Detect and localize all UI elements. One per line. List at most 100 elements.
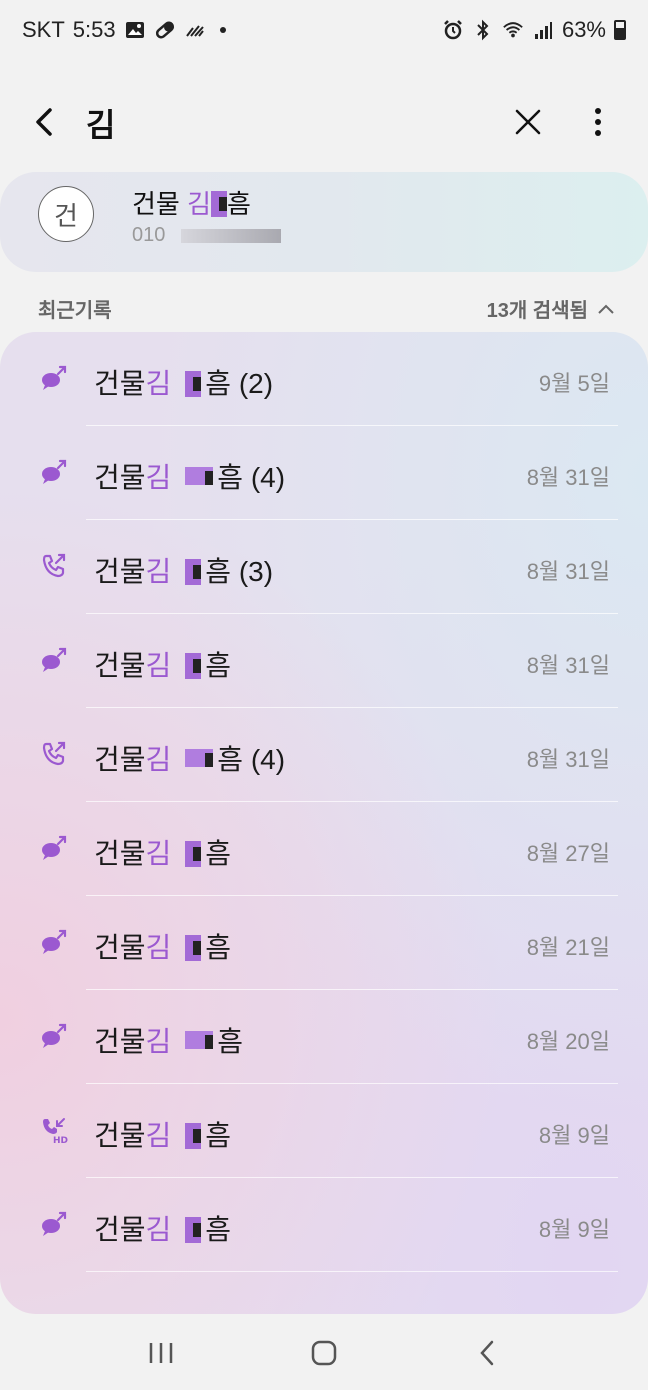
call-log-name-suffix: 흠 [205, 932, 232, 963]
contact-name-suffix: 흠 [227, 189, 251, 219]
call-log-name-prefix: 건물 [94, 556, 146, 587]
redacted-block [193, 941, 202, 955]
contact-name-prefix: 건물 [132, 189, 180, 219]
call-log-name-highlight: 김 [145, 1120, 172, 1151]
alarm-icon [442, 19, 464, 41]
call-log-name: 건물김 흠 (4) [94, 738, 285, 778]
avatar: 건 [38, 186, 94, 242]
call-log-row[interactable]: 건물김 흠 (4) 8월 31일 [0, 708, 648, 802]
call-log-name-suffix: 흠 [205, 1214, 232, 1245]
chevron-left-icon [36, 108, 52, 136]
contact-result-card[interactable]: 건 건물 김흠 010 [0, 172, 648, 272]
call-log-name: 건물김 흠 [94, 926, 231, 966]
close-icon [515, 109, 541, 135]
recent-history-label: 최근기록 [38, 300, 112, 322]
call-in-hd-icon: HD [40, 1116, 68, 1146]
home-icon [311, 1340, 337, 1366]
call-log-name: 건물김 흠 [94, 1020, 243, 1060]
call-log-name-prefix: 건물 [94, 368, 146, 399]
call-log-name: 건물김 흠 (2) [94, 362, 273, 402]
call-log-row[interactable]: 건물김 흠 8월 27일 [0, 802, 648, 896]
message-out-icon [40, 928, 68, 956]
message-out-icon [40, 646, 68, 674]
call-log-name-suffix: 흠 (3) [205, 556, 274, 587]
call-log-date: 8월 9일 [538, 1217, 610, 1242]
call-log-row[interactable]: 건물김 흠 8월 20일 [0, 990, 648, 1084]
pill-icon [154, 19, 176, 41]
system-back-button[interactable] [463, 1329, 511, 1377]
redacted-number [180, 228, 281, 243]
back-icon [479, 1340, 493, 1366]
call-log-name: 건물김 흠 (4) [94, 456, 285, 496]
call-out-icon [40, 552, 68, 580]
call-log-name-suffix: 흠 (4) [217, 744, 286, 775]
status-right: 63% [442, 17, 626, 43]
redacted-block [193, 565, 202, 579]
call-log-date: 8월 31일 [526, 465, 610, 490]
call-log-row[interactable]: 건물김 흠 8월 21일 [0, 896, 648, 990]
call-log-name-prefix: 건물 [94, 650, 146, 681]
call-log-name-suffix: 흠 (4) [217, 462, 286, 493]
more-options-button[interactable] [578, 102, 618, 142]
call-log-name-highlight: 김 [145, 838, 172, 869]
call-log-row[interactable]: HD 건물김 흠 8월 9일 [0, 1084, 648, 1178]
contact-number-prefix: 010 [132, 224, 166, 246]
result-count-toggle[interactable]: 13개 검색됨 [487, 294, 616, 323]
call-log-name-highlight: 김 [145, 744, 172, 775]
call-log-name-suffix: 흠 [217, 1026, 244, 1057]
call-log-name-prefix: 건물 [94, 1026, 146, 1057]
contact-name: 건물 김흠 [132, 184, 251, 221]
redacted-block [193, 659, 202, 673]
call-log-date: 8월 31일 [526, 747, 610, 772]
call-log-row[interactable]: 건물김 흠 (2) 9월 5일 [0, 332, 648, 426]
call-log-name: 건물김 흠 [94, 1114, 231, 1154]
redacted-block [205, 1035, 214, 1049]
call-log-date: 8월 31일 [526, 653, 610, 678]
call-log-name-prefix: 건물 [94, 1214, 146, 1245]
call-log-name-suffix: 흠 [205, 650, 232, 681]
call-log-name-suffix: 흠 [205, 838, 232, 869]
call-log-name-prefix: 건물 [94, 1120, 146, 1151]
redacted-block [193, 1129, 202, 1143]
clock: 5:53 [72, 17, 116, 42]
call-log-name: 건물김 흠 [94, 832, 231, 872]
message-out-icon [40, 834, 68, 862]
cellular-signal-icon [532, 19, 554, 41]
home-button[interactable] [300, 1329, 348, 1377]
search-header [0, 88, 648, 158]
call-log-row[interactable]: 건물김 흠 (3) 8월 31일 [0, 520, 648, 614]
call-log-date: 8월 21일 [526, 935, 610, 960]
recents-icon [150, 1343, 173, 1363]
message-out-icon [40, 1022, 68, 1050]
call-log-name-prefix: 건물 [94, 932, 146, 963]
call-log-name-highlight: 김 [145, 1026, 172, 1057]
contact-number: 010 [132, 224, 281, 247]
call-log-name-suffix: 흠 (2) [205, 368, 274, 399]
recents-button[interactable] [137, 1329, 185, 1377]
call-log-name-highlight: 김 [145, 556, 172, 587]
call-log-name-highlight: 김 [145, 368, 172, 399]
search-input[interactable] [86, 100, 466, 146]
chevron-up-icon [598, 304, 614, 314]
call-log-row[interactable]: 건물김 흠 8월 9일 [0, 1178, 648, 1272]
divider [86, 1271, 618, 1272]
carrier-label: SKT [22, 17, 65, 42]
call-log-row[interactable]: 건물김 흠 (4) 8월 31일 [0, 426, 648, 520]
message-out-icon [40, 458, 68, 486]
signal-waves-icon [184, 19, 206, 41]
battery-percent: 63% [561, 17, 606, 42]
call-log-list[interactable]: 건물김 흠 (2) 9월 5일 건물김 흠 (4) 8월 31일 건물김 흠 (3) 8월 31… [0, 332, 648, 1314]
redacted-block [219, 197, 227, 211]
contact-name-highlight: 김 [187, 189, 211, 219]
call-log-name-highlight: 김 [145, 462, 172, 493]
result-count: 13개 검색됨 [486, 300, 588, 322]
call-log-name-prefix: 건물 [94, 744, 146, 775]
status-left: SKT 5:53 [22, 17, 226, 43]
call-log-name: 건물김 흠 [94, 644, 231, 684]
notification-dot [219, 27, 226, 33]
back-button[interactable] [26, 102, 66, 142]
svg-text:HD: HD [53, 1136, 68, 1144]
clear-search-button[interactable] [508, 102, 548, 142]
bluetooth-icon [472, 19, 494, 41]
call-log-row[interactable]: 건물김 흠 8월 31일 [0, 614, 648, 708]
